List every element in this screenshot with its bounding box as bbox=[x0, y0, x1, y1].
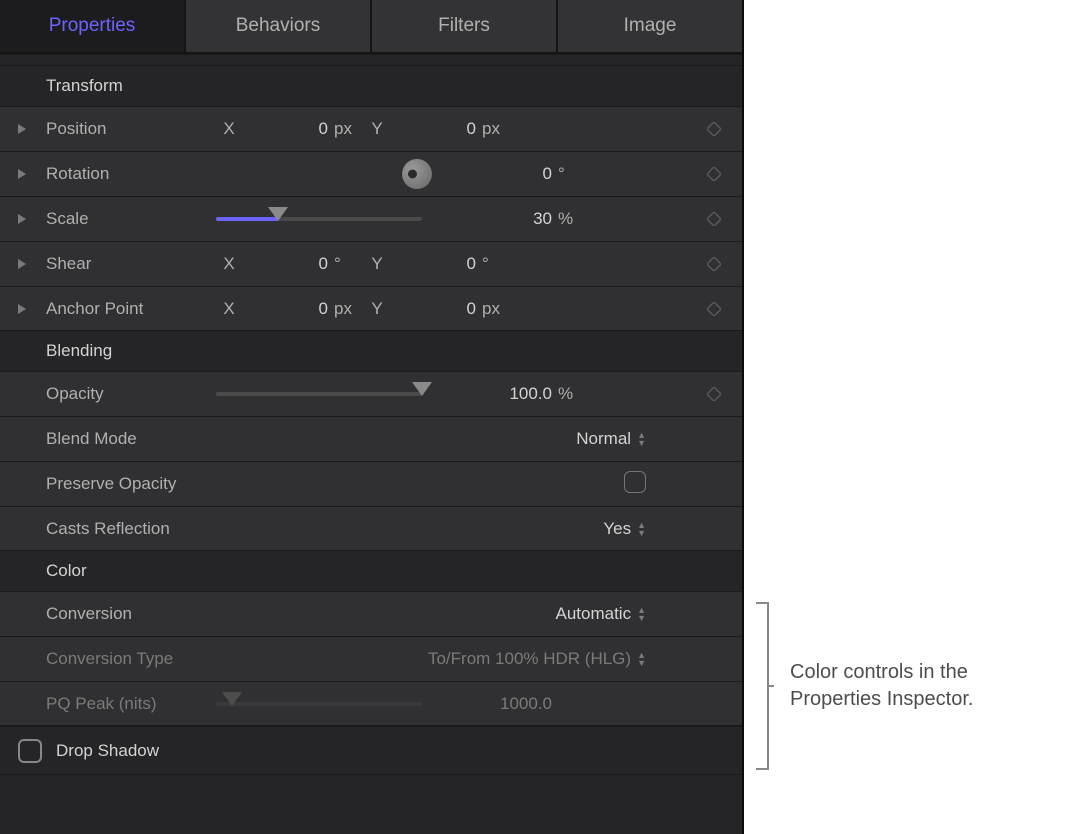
tab-properties[interactable]: Properties bbox=[0, 0, 186, 52]
row-blend-mode: Blend Mode Normal bbox=[0, 416, 742, 461]
axis-x-label: X bbox=[216, 119, 242, 139]
callout-color-controls: Color controls in the Properties Inspect… bbox=[754, 601, 973, 771]
keyframe-icon[interactable] bbox=[686, 122, 742, 136]
anchor-x-value[interactable]: 0 bbox=[242, 299, 328, 319]
scale-label: Scale bbox=[46, 209, 216, 229]
rotation-value[interactable]: 0 bbox=[432, 164, 552, 184]
keyframe-icon[interactable] bbox=[686, 257, 742, 271]
opacity-value[interactable]: 100.0 bbox=[432, 384, 552, 404]
blend-mode-label: Blend Mode bbox=[46, 429, 216, 449]
scale-unit: % bbox=[552, 209, 588, 229]
shear-y-unit: ° bbox=[476, 254, 512, 274]
axis-x-label: X bbox=[216, 299, 242, 319]
preserve-opacity-label: Preserve Opacity bbox=[46, 474, 216, 494]
shear-x-unit: ° bbox=[328, 254, 364, 274]
drop-shadow-checkbox[interactable] bbox=[18, 739, 42, 763]
scale-value[interactable]: 30 bbox=[432, 209, 552, 229]
pq-peak-label: PQ Peak (nits) bbox=[46, 694, 216, 714]
popup-arrows-icon bbox=[637, 521, 646, 537]
casts-reflection-label: Casts Reflection bbox=[46, 519, 216, 539]
row-rotation: Rotation 0 ° bbox=[0, 151, 742, 196]
disclosure-icon[interactable] bbox=[16, 123, 46, 135]
position-label: Position bbox=[46, 119, 216, 139]
disclosure-icon[interactable] bbox=[16, 213, 46, 225]
disclosure-icon[interactable] bbox=[16, 258, 46, 270]
conversion-popup[interactable]: Automatic bbox=[216, 604, 646, 624]
axis-y-label: Y bbox=[364, 299, 390, 319]
blend-mode-value: Normal bbox=[576, 429, 631, 449]
popup-arrows-icon bbox=[637, 651, 646, 667]
position-x-unit: px bbox=[328, 119, 364, 139]
conversion-type-value: To/From 100% HDR (HLG) bbox=[428, 649, 631, 669]
opacity-label: Opacity bbox=[46, 384, 216, 404]
casts-reflection-value: Yes bbox=[603, 519, 631, 539]
conversion-label: Conversion bbox=[46, 604, 216, 624]
section-header-color: Color bbox=[0, 551, 742, 591]
axis-x-label: X bbox=[216, 254, 242, 274]
position-y-value[interactable]: 0 bbox=[390, 119, 476, 139]
tab-image[interactable]: Image bbox=[558, 0, 742, 52]
row-casts-reflection: Casts Reflection Yes bbox=[0, 506, 742, 551]
anchor-y-value[interactable]: 0 bbox=[390, 299, 476, 319]
drop-shadow-label: Drop Shadow bbox=[56, 741, 159, 761]
row-conversion-type: Conversion Type To/From 100% HDR (HLG) bbox=[0, 636, 742, 681]
axis-y-label: Y bbox=[364, 119, 390, 139]
disclosure-icon[interactable] bbox=[16, 168, 46, 180]
row-conversion: Conversion Automatic bbox=[0, 591, 742, 636]
bracket-icon bbox=[754, 601, 774, 771]
rotation-dial[interactable] bbox=[402, 159, 432, 189]
anchor-x-unit: px bbox=[328, 299, 364, 319]
blend-mode-popup[interactable]: Normal bbox=[216, 429, 646, 449]
conversion-type-label: Conversion Type bbox=[46, 649, 216, 669]
shear-label: Shear bbox=[46, 254, 216, 274]
section-header-blending: Blending bbox=[0, 331, 742, 371]
shear-x-value[interactable]: 0 bbox=[242, 254, 328, 274]
opacity-slider[interactable] bbox=[216, 392, 422, 396]
section-header-transform: Transform bbox=[0, 66, 742, 106]
preserve-opacity-checkbox[interactable] bbox=[624, 471, 646, 493]
inspector-tabs: Properties Behaviors Filters Image bbox=[0, 0, 742, 54]
row-opacity: Opacity 100.0 % bbox=[0, 371, 742, 416]
keyframe-icon[interactable] bbox=[686, 302, 742, 316]
pq-peak-value: 1000.0 bbox=[432, 694, 552, 714]
rotation-label: Rotation bbox=[46, 164, 216, 184]
callout-line1: Color controls in the bbox=[790, 659, 973, 686]
row-anchor-point: Anchor Point X 0 px Y 0 px bbox=[0, 286, 742, 331]
keyframe-icon[interactable] bbox=[686, 387, 742, 401]
anchor-label: Anchor Point bbox=[46, 299, 216, 319]
keyframe-icon[interactable] bbox=[686, 167, 742, 181]
axis-y-label: Y bbox=[364, 254, 390, 274]
opacity-unit: % bbox=[552, 384, 588, 404]
rotation-unit: ° bbox=[552, 164, 588, 184]
position-x-value[interactable]: 0 bbox=[242, 119, 328, 139]
disclosure-icon[interactable] bbox=[16, 303, 46, 315]
row-pq-peak: PQ Peak (nits) 1000.0 bbox=[0, 681, 742, 726]
callout-line2: Properties Inspector. bbox=[790, 686, 973, 713]
properties-inspector-panel: Properties Behaviors Filters Image Trans… bbox=[0, 0, 744, 834]
row-scale: Scale 30 % bbox=[0, 196, 742, 241]
tab-filters[interactable]: Filters bbox=[372, 0, 558, 52]
scale-slider[interactable] bbox=[216, 217, 422, 221]
row-preserve-opacity: Preserve Opacity bbox=[0, 461, 742, 506]
popup-arrows-icon bbox=[637, 431, 646, 447]
row-position: Position X 0 px Y 0 px bbox=[0, 106, 742, 151]
conversion-type-popup: To/From 100% HDR (HLG) bbox=[216, 649, 646, 669]
anchor-y-unit: px bbox=[476, 299, 512, 319]
tab-behaviors[interactable]: Behaviors bbox=[186, 0, 372, 52]
popup-arrows-icon bbox=[637, 606, 646, 622]
pq-peak-slider bbox=[216, 702, 422, 706]
keyframe-icon[interactable] bbox=[686, 212, 742, 226]
casts-reflection-popup[interactable]: Yes bbox=[216, 519, 646, 539]
row-shear: Shear X 0 ° Y 0 ° bbox=[0, 241, 742, 286]
conversion-value: Automatic bbox=[555, 604, 631, 624]
row-drop-shadow[interactable]: Drop Shadow bbox=[0, 726, 742, 774]
position-y-unit: px bbox=[476, 119, 512, 139]
shear-y-value[interactable]: 0 bbox=[390, 254, 476, 274]
